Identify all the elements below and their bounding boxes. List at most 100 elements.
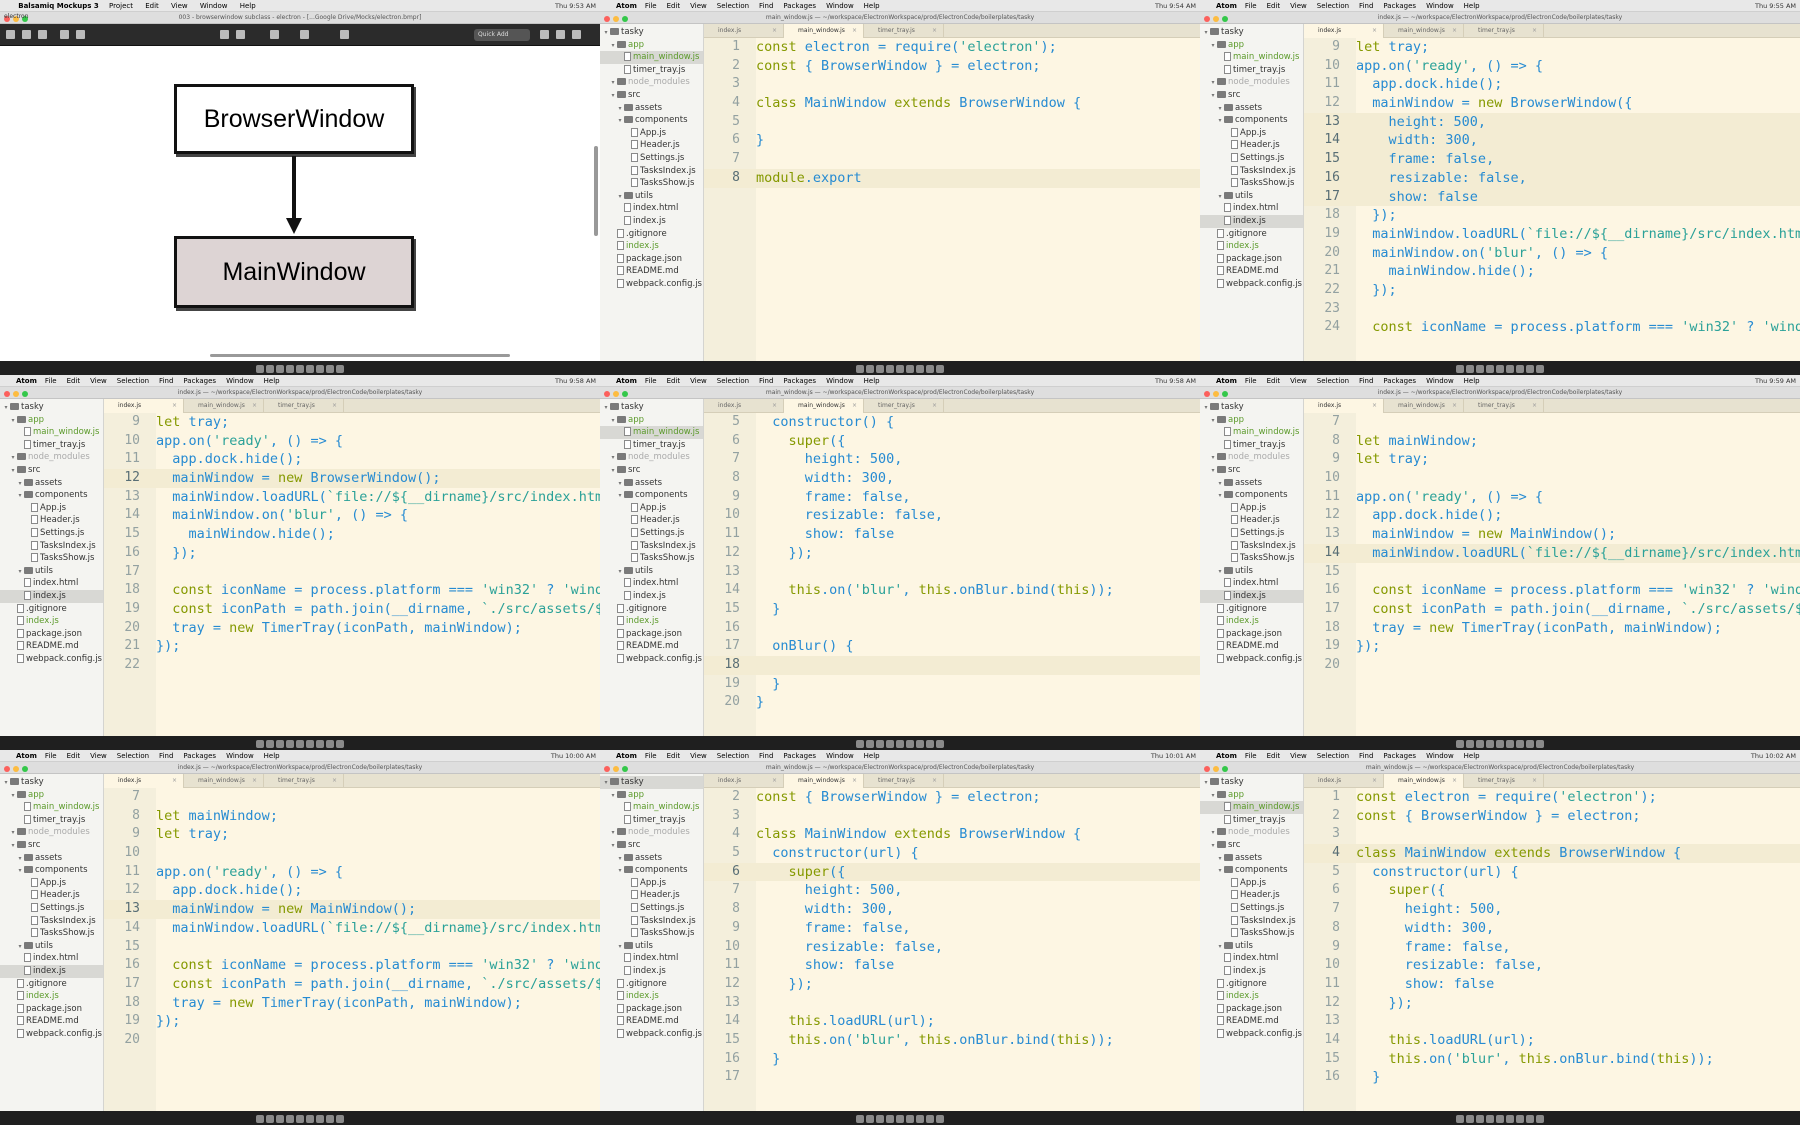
menu-find[interactable]: Find <box>1359 2 1373 10</box>
dock-app-icon[interactable] <box>276 740 284 748</box>
code-editor[interactable]: index.js × main_window.js × timer_tray.js × 7 8… <box>1304 399 1800 736</box>
tree-item[interactable]: index.js <box>1200 589 1303 603</box>
tree-item[interactable]: timer_tray.js <box>1200 64 1303 77</box>
tree-item[interactable]: ▾ src <box>0 464 103 477</box>
tree-item[interactable]: README.md <box>0 1015 103 1028</box>
tree-item[interactable]: timer_tray.js <box>1200 814 1303 827</box>
dock-app-icon[interactable] <box>876 1115 884 1123</box>
menu-view[interactable]: View <box>90 377 107 385</box>
menu-selection[interactable]: Selection <box>717 377 749 385</box>
tree-item[interactable]: ▾ components <box>600 114 703 127</box>
chevron-down-icon[interactable]: ▾ <box>1216 865 1224 878</box>
dock-app-icon[interactable] <box>936 740 944 748</box>
tree-item[interactable]: webpack.config.js <box>600 278 703 291</box>
close-icon[interactable]: × <box>1452 399 1457 413</box>
editor-tab[interactable]: main_window.js × <box>784 774 864 788</box>
dock-app-icon[interactable] <box>936 1115 944 1123</box>
code-line[interactable]: 17 onBlur() { <box>704 637 1200 656</box>
tree-item[interactable]: App.js <box>1200 127 1303 140</box>
tree-item[interactable]: TasksShow.js <box>600 552 703 565</box>
editor-tab[interactable]: index.js × <box>704 24 784 38</box>
code-line[interactable]: 7 <box>1304 413 1800 432</box>
code-line[interactable]: 9 let tray; <box>1304 450 1800 469</box>
dock-app-icon[interactable] <box>1456 740 1464 748</box>
chevron-down-icon[interactable]: ▾ <box>616 115 624 128</box>
code-line[interactable]: 9 frame: false, <box>704 488 1200 507</box>
tree-item[interactable]: TasksShow.js <box>1200 552 1303 565</box>
editor-tab[interactable]: index.js × <box>1304 774 1384 788</box>
dock-app-icon[interactable] <box>1466 1115 1474 1123</box>
menu-atom[interactable]: Atom <box>16 377 37 385</box>
dock-app-icon[interactable] <box>856 365 864 373</box>
dock-app-icon[interactable] <box>1496 1115 1504 1123</box>
tree-item[interactable]: index.html <box>600 202 703 215</box>
menu-atom[interactable]: Atom <box>1216 377 1237 385</box>
dock-app-icon[interactable] <box>336 365 344 373</box>
tree-item[interactable]: App.js <box>1200 877 1303 890</box>
code-line[interactable]: 8 let mainWindow; <box>1304 432 1800 451</box>
close-icon[interactable]: × <box>332 774 337 788</box>
editor-tab[interactable]: index.js × <box>704 399 784 413</box>
dock-app-icon[interactable] <box>1456 365 1464 373</box>
menu-packages[interactable]: Packages <box>183 377 216 385</box>
code-line[interactable]: 12 app.dock.hide(); <box>104 881 600 900</box>
menu-help[interactable]: Help <box>864 2 880 10</box>
code-editor[interactable]: index.js × main_window.js × timer_tray.js × 2 c… <box>704 774 1200 1111</box>
code-line[interactable]: 10 <box>104 844 600 863</box>
traffic-lights[interactable] <box>1204 765 1231 772</box>
code-line[interactable]: 19 mainWindow.loadURL(`file://${__dirnam… <box>1304 225 1800 244</box>
dock-app-icon[interactable] <box>876 365 884 373</box>
dock-app-icon[interactable] <box>336 1115 344 1123</box>
tree-item[interactable]: ▾ components <box>0 864 103 877</box>
add-icon[interactable] <box>60 30 69 39</box>
tree-item[interactable]: App.js <box>600 502 703 515</box>
code-line[interactable]: 11 app.on('ready', () => { <box>1304 488 1800 507</box>
tree-item[interactable]: timer_tray.js <box>0 814 103 827</box>
menu-packages[interactable]: Packages <box>1383 377 1416 385</box>
code-line[interactable]: 19 const iconPath = path.join(__dirname,… <box>104 600 600 619</box>
menu-app-name[interactable]: Balsamiq Mockups 3 <box>18 2 99 10</box>
dock-app-icon[interactable] <box>866 740 874 748</box>
code-line[interactable]: 1 const electron = require('electron'); <box>704 38 1200 57</box>
menu-help[interactable]: Help <box>264 752 280 760</box>
tree-item[interactable]: ▾ components <box>1200 489 1303 502</box>
editor-tab[interactable]: main_window.js × <box>1384 774 1464 788</box>
menu-view[interactable]: View <box>90 752 107 760</box>
dock-app-icon[interactable] <box>1536 365 1544 373</box>
menu-selection[interactable]: Selection <box>717 752 749 760</box>
menu-edit[interactable]: Edit <box>145 2 159 10</box>
code-line[interactable]: 11 show: false <box>704 525 1200 544</box>
code-line[interactable]: 16 } <box>1304 1068 1800 1087</box>
dock-app-icon[interactable] <box>1466 365 1474 373</box>
tree-item[interactable]: ▾ node_modules <box>1200 451 1303 464</box>
tree-item[interactable]: ▾ assets <box>600 852 703 865</box>
menu-view[interactable]: View <box>171 2 188 10</box>
dock-app-icon[interactable] <box>1506 1115 1514 1123</box>
tree-item[interactable]: ▾ app <box>0 789 103 802</box>
code-line[interactable]: 10 resizable: false, <box>704 938 1200 957</box>
dock-app-icon[interactable] <box>916 1115 924 1123</box>
tree-item[interactable]: index.html <box>600 577 703 590</box>
hamburger-icon[interactable] <box>6 30 15 39</box>
tree-item[interactable]: ▾ app <box>0 414 103 427</box>
dock-app-icon[interactable] <box>926 365 934 373</box>
editor-tab[interactable]: index.js × <box>704 774 784 788</box>
close-icon[interactable]: × <box>1372 774 1377 788</box>
close-icon[interactable]: × <box>932 24 937 38</box>
menu-file[interactable]: File <box>1245 377 1257 385</box>
fullscreen-icon[interactable] <box>540 30 549 39</box>
editor-tab[interactable]: main_window.js × <box>1384 399 1464 413</box>
code-line[interactable]: 17 const iconPath = path.join(__dirname,… <box>104 975 600 994</box>
dock-app-icon[interactable] <box>1476 1115 1484 1123</box>
code-line[interactable]: 16 resizable: false, <box>1304 168 1800 188</box>
lock-icon[interactable] <box>300 30 309 39</box>
menu-find[interactable]: Find <box>159 377 173 385</box>
dock-app-icon[interactable] <box>896 365 904 373</box>
grid-icon[interactable] <box>22 30 31 39</box>
tree-item[interactable]: index.js <box>600 215 703 228</box>
menu-selection[interactable]: Selection <box>717 2 749 10</box>
tree-item[interactable]: Header.js <box>600 139 703 152</box>
code-line[interactable]: 13 mainWindow = new MainWindow(); <box>104 900 600 919</box>
traffic-lights[interactable] <box>4 390 31 397</box>
dock-app-icon[interactable] <box>296 365 304 373</box>
